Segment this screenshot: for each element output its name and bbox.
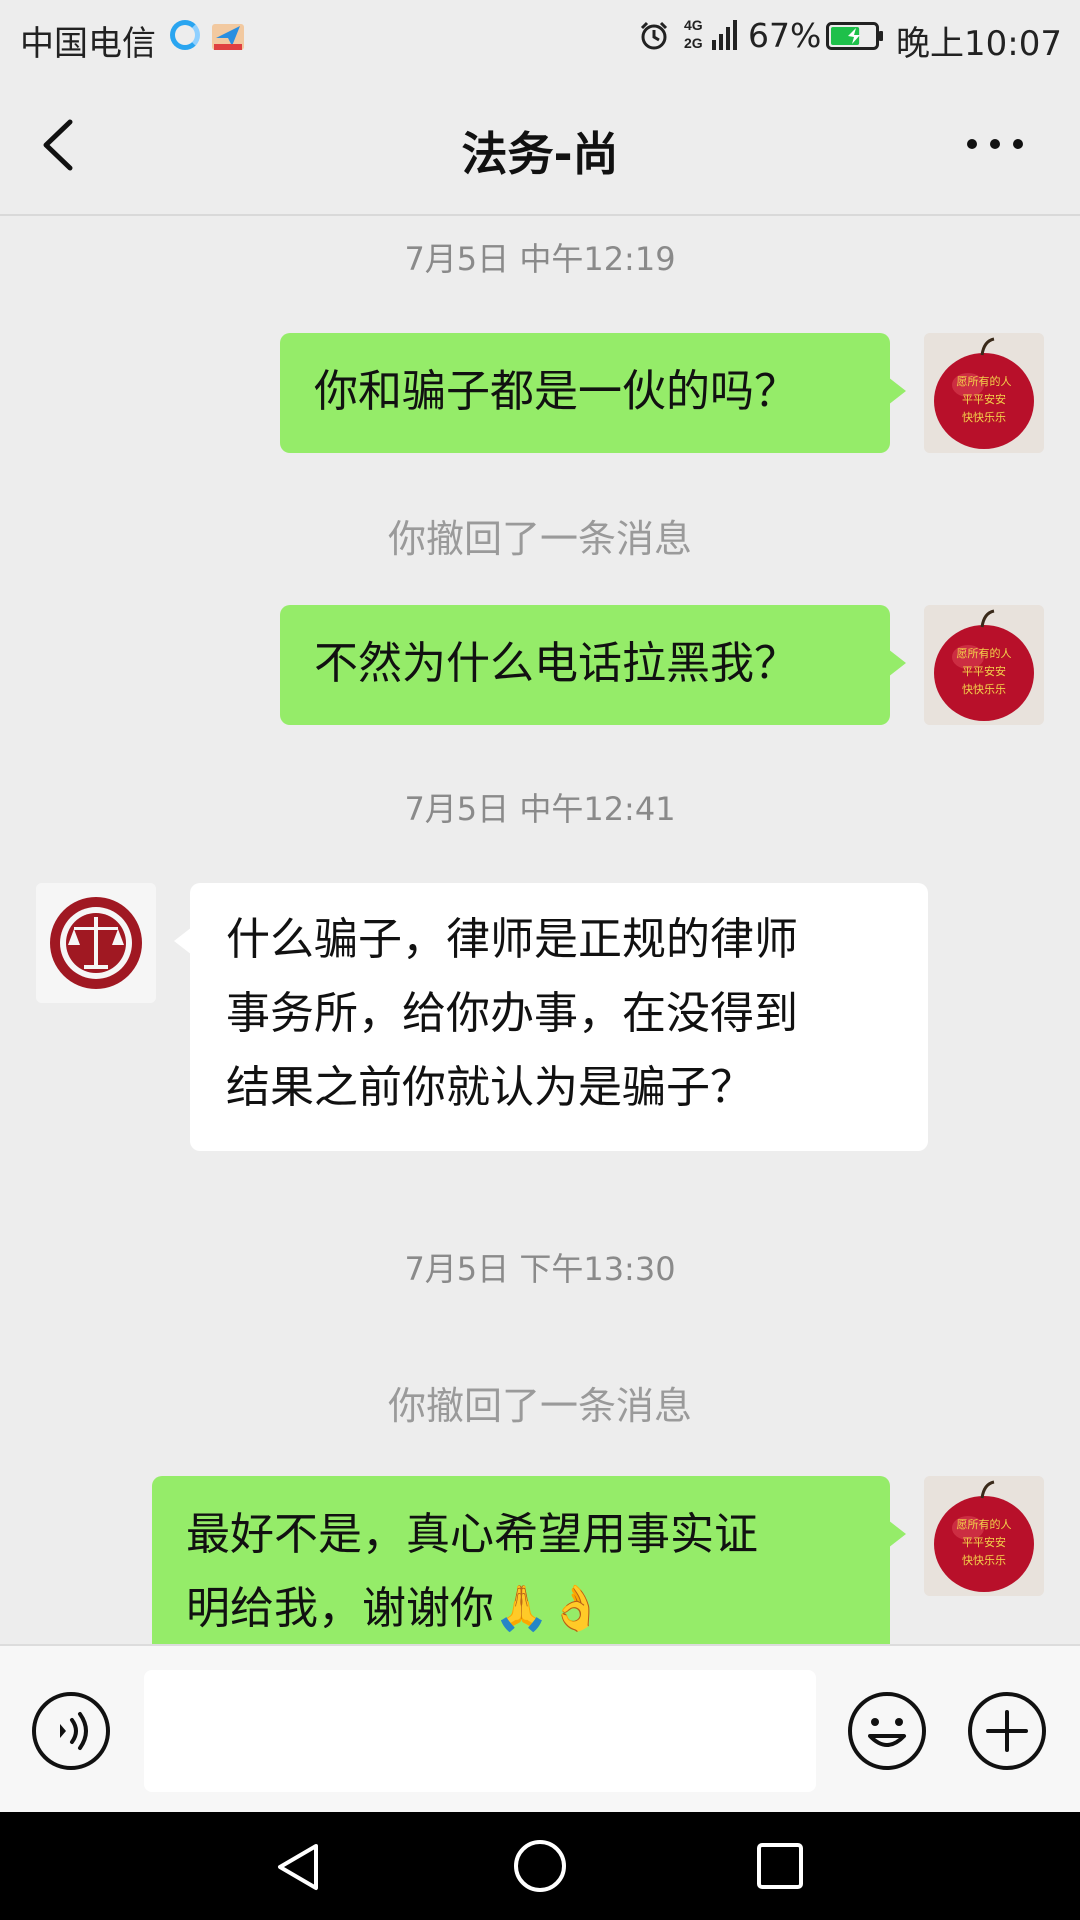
voice-icon[interactable] — [30, 1690, 112, 1772]
avatar-caption: 快快乐乐 — [962, 1554, 1006, 1567]
svg-text:4G: 4G — [684, 17, 703, 33]
signal-icon: 4G 2G — [684, 17, 737, 51]
avatar-caption: 平平安安 — [962, 392, 1006, 406]
message-text: 什么骗子，律师是正规的律师 — [226, 914, 798, 965]
battery-percent: 67% — [748, 16, 822, 55]
incoming-message-bubble[interactable]: 什么骗子，律师是正规的律师 事务所，给你办事，在没得到 结果之前你就认为是骗子？ — [174, 883, 928, 1151]
avatar[interactable]: 愿所有的人 平平安安 快快乐乐 — [924, 1476, 1044, 1596]
chat-header: 法务-尚 — [0, 74, 1080, 216]
avatar-caption: 愿所有的人 — [957, 646, 1012, 660]
message-timestamp: 7月5日 下午13:30 — [404, 1250, 676, 1288]
message-input[interactable] — [144, 1670, 816, 1792]
outgoing-message-bubble[interactable]: 你和骗子都是一伙的吗？ — [280, 333, 906, 453]
law-firm-scales-logo — [36, 883, 156, 1003]
avatar[interactable]: 愿所有的人 平平安安 快快乐乐 — [924, 605, 1044, 725]
status-time: 晚上10:07 — [896, 24, 1062, 64]
browser-app-icon — [170, 20, 200, 50]
message-text: 你和骗子都是一伙的吗？ — [314, 366, 798, 417]
message-text: 结果之前你就认为是骗子？ — [226, 1062, 754, 1113]
message-timestamp: 7月5日 中午12:19 — [404, 240, 676, 278]
avatar-caption: 愿所有的人 — [957, 1517, 1012, 1531]
plus-icon[interactable] — [966, 1690, 1048, 1772]
avatar[interactable] — [36, 883, 156, 1003]
message-timestamp: 7月5日 中午12:41 — [404, 790, 676, 828]
message-text: 最好不是，真心希望用事实证 — [186, 1509, 758, 1560]
avatar-caption: 平平安安 — [962, 664, 1006, 678]
nav-back-icon[interactable] — [272, 1840, 326, 1894]
apple-avatar-image: 愿所有的人 平平安安 快快乐乐 — [924, 1476, 1044, 1596]
message-input-bar — [0, 1644, 1080, 1812]
system-message: 你撤回了一条消息 — [387, 1384, 692, 1428]
outgoing-message-bubble[interactable]: 不然为什么电话拉黑我？ — [280, 605, 906, 725]
system-message: 你撤回了一条消息 — [387, 517, 692, 561]
avatar-caption: 快快乐乐 — [962, 683, 1006, 696]
status-bar: 中国电信 4G 2G 67% 晚上10:07 — [0, 0, 1080, 74]
chat-area[interactable]: 7月5日 中午12:19 你和骗子都是一伙的吗？ 愿所有的人 平平安安 快快乐乐… — [0, 218, 1080, 1644]
message-text: 明给我，谢谢你🙏👌 — [186, 1583, 604, 1634]
apple-avatar-image: 愿所有的人 平平安安 快快乐乐 — [924, 333, 1044, 453]
nav-recent-icon[interactable] — [754, 1840, 806, 1892]
outgoing-message-bubble[interactable]: 最好不是，真心希望用事实证 明给我，谢谢你🙏👌 — [152, 1476, 906, 1644]
nav-home-icon[interactable] — [512, 1838, 568, 1894]
avatar-caption: 平平安安 — [962, 1535, 1006, 1549]
avatar-caption: 愿所有的人 — [957, 374, 1012, 388]
system-navigation-bar — [0, 1812, 1080, 1920]
avatar[interactable]: 愿所有的人 平平安安 快快乐乐 — [924, 333, 1044, 453]
notification-app-icon — [212, 24, 244, 50]
svg-text:2G: 2G — [684, 35, 703, 51]
chat-title: 法务-尚 — [461, 127, 619, 181]
avatar-caption: 快快乐乐 — [962, 411, 1006, 424]
emoji-icon[interactable] — [846, 1690, 928, 1772]
message-text: 事务所，给你办事，在没得到 — [226, 988, 798, 1039]
more-dots-icon[interactable] — [960, 124, 1030, 164]
carrier-label: 中国电信 — [20, 24, 156, 64]
message-text: 不然为什么电话拉黑我？ — [314, 638, 798, 689]
battery-icon — [826, 22, 883, 50]
apple-avatar-image: 愿所有的人 平平安安 快快乐乐 — [924, 605, 1044, 725]
alarm-icon — [640, 21, 668, 50]
